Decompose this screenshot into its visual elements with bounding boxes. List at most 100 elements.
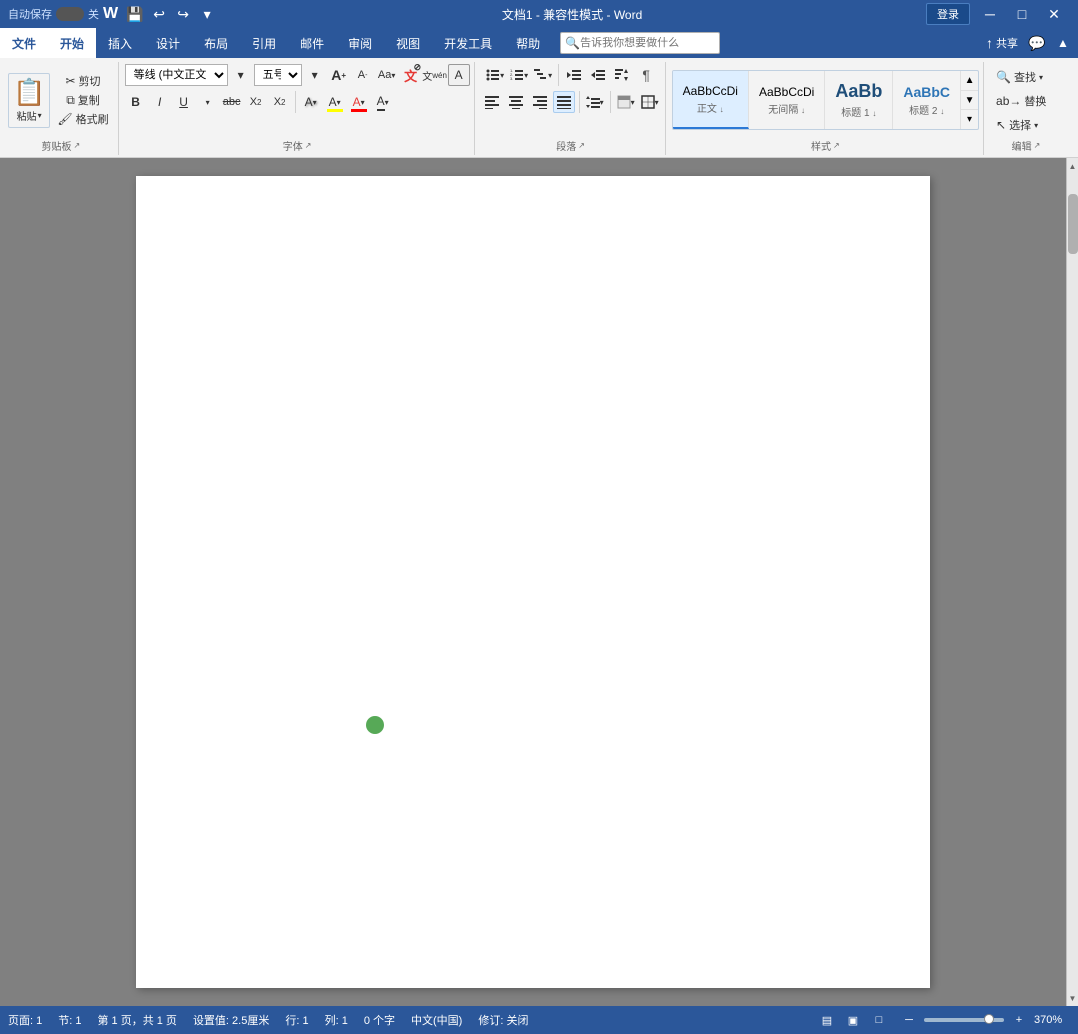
style-heading1[interactable]: AaBb 标题 1 ↓ [825, 71, 893, 129]
menu-item-layout[interactable]: 布局 [192, 28, 240, 58]
align-center-button[interactable] [505, 91, 527, 113]
case-button[interactable]: Aa▾ [376, 64, 398, 86]
grow-font-button[interactable]: A+ [328, 64, 350, 86]
justify-button[interactable] [553, 91, 575, 113]
font-expand[interactable]: ↗ [305, 141, 312, 150]
font-row-2: B I U ▾ abc X2 X2 A▾ A ▾ A [125, 91, 394, 113]
style-scroll: ▲ ▼ ▾ [960, 71, 978, 129]
borders-button[interactable]: ▾ [639, 91, 661, 113]
undo-button[interactable]: ↩ [148, 3, 170, 25]
restore-button[interactable]: □ [1006, 4, 1038, 24]
bullets-button[interactable]: ▾ [484, 64, 506, 86]
ribbon-collapse-button[interactable]: ▲ [1048, 28, 1078, 58]
document-page[interactable] [136, 176, 930, 988]
font-size-dropdown[interactable]: ▾ [304, 64, 326, 86]
find-button[interactable]: 🔍 查找 ▾ [990, 66, 1049, 88]
underline-button[interactable]: U [173, 91, 195, 113]
read-view-button[interactable]: ▤ [816, 1009, 838, 1031]
language-label: 中文(中国) [411, 1012, 462, 1028]
search-input[interactable] [580, 37, 710, 49]
font-name-select[interactable]: 等线 (中文正文 [125, 64, 228, 86]
redo-button[interactable]: ↪ [172, 3, 194, 25]
border-bottom-button[interactable]: A ▾ [372, 91, 394, 113]
shrink-font-button[interactable]: A- [352, 64, 374, 86]
clipboard-expand[interactable]: ↗ [73, 141, 80, 150]
share-button[interactable]: ↑ 共享 [986, 35, 1018, 51]
style-scroll-down[interactable]: ▼ [961, 91, 978, 111]
superscript-button[interactable]: X2 [269, 91, 291, 113]
bold-button[interactable]: B [125, 91, 147, 113]
clear-format-button[interactable]: 文 ⊘ [400, 64, 422, 86]
wubi-button[interactable]: 文wén [424, 64, 446, 86]
zoom-out-button[interactable]: ─ [898, 1009, 920, 1031]
menu-item-file[interactable]: 文件 [0, 28, 48, 58]
font-color-button[interactable]: A ▾ [348, 91, 370, 113]
menu-item-references[interactable]: 引用 [240, 28, 288, 58]
multilevel-list-button[interactable]: ▾ [532, 64, 554, 86]
subscript-button[interactable]: X2 [245, 91, 267, 113]
sort-button[interactable] [611, 64, 633, 86]
web-view-button[interactable]: □ [868, 1009, 890, 1031]
cursor [366, 716, 386, 736]
close-button[interactable]: ✕ [1038, 4, 1070, 24]
zoom-slider[interactable] [924, 1018, 1004, 1022]
customize-qat-button[interactable]: ▾ [196, 3, 218, 25]
scroll-track[interactable] [1067, 174, 1078, 990]
menu-item-home[interactable]: 开始 [48, 28, 96, 58]
menu-item-review[interactable]: 审阅 [336, 28, 384, 58]
show-marks-button[interactable]: ¶ [635, 64, 657, 86]
paragraph-expand[interactable]: ↗ [578, 141, 585, 150]
underline-dropdown[interactable]: ▾ [197, 91, 219, 113]
select-dropdown[interactable]: ▾ [1034, 121, 1038, 130]
comments-button[interactable]: 💬 [1026, 32, 1048, 54]
highlight-button[interactable]: A ▾ [324, 91, 346, 113]
numbering-button[interactable]: 1.2.3. ▾ [508, 64, 530, 86]
menu-item-design[interactable]: 设计 [144, 28, 192, 58]
style-no-space-sample: AaBbCcDi [759, 85, 814, 99]
document-area[interactable] [0, 158, 1066, 1006]
phonetics-button[interactable]: A [448, 64, 470, 86]
copy-button[interactable]: ⧉ 复制 [52, 92, 113, 109]
style-heading2[interactable]: AaBbC 标题 2 ↓ [893, 71, 960, 129]
align-left-button[interactable] [481, 91, 503, 113]
scroll-up-button[interactable]: ▲ [1067, 158, 1078, 174]
scroll-down-button[interactable]: ▼ [1067, 990, 1078, 1006]
menu-item-developer[interactable]: 开发工具 [432, 28, 504, 58]
minimize-button[interactable]: ─ [974, 4, 1006, 24]
italic-button[interactable]: I [149, 91, 171, 113]
font-size-select[interactable]: 五号 [254, 64, 302, 86]
line-spacing-button[interactable]: ▾ [584, 91, 606, 113]
style-gallery: AaBbCcDi 正文 ↓ AaBbCcDi 无间隔 ↓ AaBb [672, 70, 979, 130]
menu-item-mailings[interactable]: 邮件 [288, 28, 336, 58]
style-more[interactable]: ▾ [961, 110, 978, 129]
select-button[interactable]: ↖ 选择 ▾ [990, 114, 1044, 136]
menu-item-view[interactable]: 视图 [384, 28, 432, 58]
replace-button[interactable]: ab→ 替换 [990, 90, 1052, 112]
find-dropdown[interactable]: ▾ [1039, 73, 1043, 82]
search-box[interactable]: 🔍 [560, 32, 720, 54]
vertical-scrollbar[interactable]: ▲ ▼ [1066, 158, 1078, 1006]
auto-save-toggle[interactable] [56, 7, 84, 21]
style-normal[interactable]: AaBbCcDi 正文 ↓ [673, 71, 749, 129]
login-button[interactable]: 登录 [926, 3, 970, 25]
text-effect-button[interactable]: A▾ [300, 91, 322, 113]
print-view-button[interactable]: ▣ [842, 1009, 864, 1031]
editing-expand[interactable]: ↗ [1034, 141, 1041, 150]
cut-button[interactable]: ✂ 剪切 [52, 73, 113, 90]
shading-button[interactable]: ▾ [615, 91, 637, 113]
scroll-thumb[interactable] [1068, 194, 1078, 254]
font-name-dropdown[interactable]: ▾ [230, 64, 252, 86]
paste-button[interactable]: 📋 粘贴 ▾ [8, 73, 50, 128]
style-no-space[interactable]: AaBbCcDi 无间隔 ↓ [749, 71, 825, 129]
style-scroll-up[interactable]: ▲ [961, 71, 978, 91]
menu-item-help[interactable]: 帮助 [504, 28, 552, 58]
increase-indent-button[interactable] [587, 64, 609, 86]
zoom-in-button[interactable]: + [1008, 1009, 1030, 1031]
decrease-indent-button[interactable] [563, 64, 585, 86]
menu-item-insert[interactable]: 插入 [96, 28, 144, 58]
styles-expand[interactable]: ↗ [833, 141, 840, 150]
strikethrough-button[interactable]: abc [221, 91, 243, 113]
align-right-button[interactable] [529, 91, 551, 113]
format-painter-button[interactable]: 🖌 格式刷 [52, 111, 113, 128]
save-button[interactable]: 💾 [124, 3, 146, 25]
